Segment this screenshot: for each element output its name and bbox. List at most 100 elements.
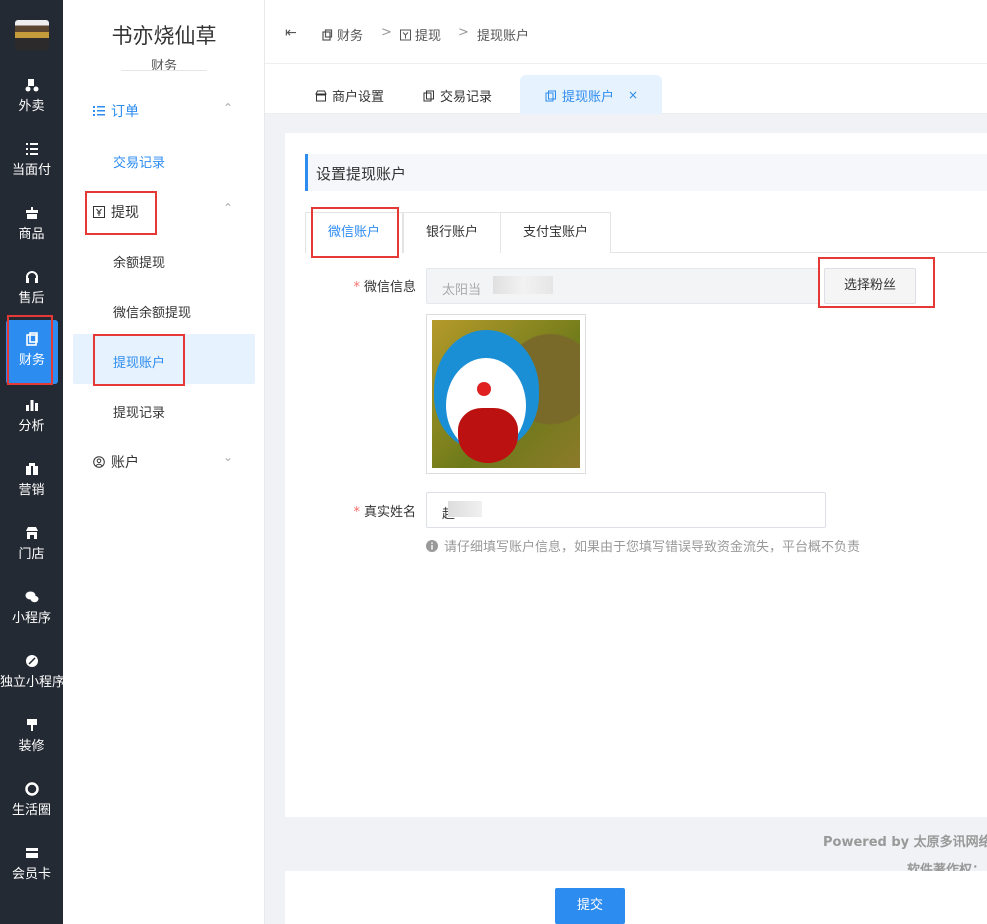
store-icon: [315, 90, 327, 102]
wechat-icon: [25, 591, 38, 603]
label-text: 微信信息: [363, 280, 416, 295]
menu-group-withdraw[interactable]: 提现: [93, 202, 139, 222]
rail-label: 当面付: [11, 163, 51, 178]
rail-label: 独立小程序: [0, 675, 63, 690]
rail-item-miniapp[interactable]: 小程序: [0, 578, 63, 642]
circle-icon: [24, 782, 39, 796]
menu-group-order[interactable]: 订单: [93, 101, 139, 121]
tab-alipay-account[interactable]: 支付宝账户: [500, 212, 611, 253]
rail-item-takeaway[interactable]: 外卖: [0, 66, 63, 130]
shop-name: 书亦烧仙草: [111, 24, 217, 48]
breadcrumb-separator: >: [381, 25, 392, 40]
chevron-down-icon[interactable]: ⌄: [223, 450, 233, 464]
menu-group-label: 订单: [111, 104, 139, 120]
list-icon: [93, 106, 105, 116]
submit-button[interactable]: 提交: [555, 888, 625, 924]
blurred-text: [493, 276, 553, 294]
link-icon: [25, 655, 38, 667]
menu-group-label: 账户: [111, 455, 139, 471]
breadcrumb-withdraw[interactable]: 提现: [400, 25, 441, 44]
rail-label: 售后: [18, 291, 45, 306]
yen-icon: [400, 29, 411, 41]
tab-trade-records[interactable]: 交易记录: [423, 86, 492, 105]
rail-item-standalone-miniapp[interactable]: 独立小程序: [0, 642, 63, 706]
menu-item-trade-records[interactable]: 交易记录: [113, 152, 165, 171]
tab-merchant-settings[interactable]: 商户设置: [315, 86, 384, 105]
menu-section-title: 财务: [150, 59, 177, 74]
bar-chart-icon: [25, 400, 38, 411]
breadcrumb-current: 提现账户: [477, 29, 530, 44]
top-header: ⇤ 财务 > 提现 > 提现账户: [265, 0, 987, 64]
rail-item-decor[interactable]: 装修: [0, 706, 63, 770]
paint-icon: [26, 719, 37, 731]
user-icon: [93, 456, 105, 468]
card-icon: [25, 848, 38, 858]
tab-label: 提现账户: [562, 90, 615, 105]
rail-label: 营销: [18, 483, 45, 498]
rail-item-goods[interactable]: 商品: [0, 194, 63, 258]
rail-label: 分析: [18, 419, 45, 434]
rail-label: 生活圈: [11, 803, 51, 818]
label-text: 真实姓名: [363, 505, 416, 520]
yen-icon: [93, 206, 105, 218]
select-fan-button[interactable]: 选择粉丝: [824, 268, 916, 304]
secondary-menu: 书亦烧仙草 财务 订单 ⌃ 交易记录 提现 ⌃ 余额提现 微信余额提现 提现账户…: [63, 0, 265, 924]
tab-wechat-account[interactable]: 微信账户: [305, 212, 403, 253]
tab-label: 交易记录: [440, 90, 493, 105]
section-header: 设置提现账户: [305, 154, 987, 191]
rail-item-analysis[interactable]: 分析: [0, 386, 63, 450]
tab-bank-account[interactable]: 银行账户: [403, 212, 501, 253]
hint-text: 请仔细填写账户信息，如果由于您填写错误导致资金流失，平台概不负责: [444, 540, 861, 555]
finance-icon: [322, 29, 333, 41]
blurred-text: [448, 501, 482, 517]
wechat-info-value: 太阳当: [442, 283, 482, 298]
list-icon: [25, 143, 38, 155]
section-title: 设置提现账户: [316, 165, 407, 183]
gift-icon: [25, 207, 38, 219]
headset-icon: [25, 271, 38, 283]
rail-item-member[interactable]: 会员卡: [0, 834, 63, 898]
rail-label: 商品: [18, 227, 45, 242]
store-icon: [25, 527, 38, 539]
form-hint: 请仔细填写账户信息，如果由于您填写错误导致资金流失，平台概不负责: [426, 536, 860, 555]
rail-label: 会员卡: [11, 867, 51, 882]
menu-item-wx-balance-withdraw[interactable]: 微信余额提现: [113, 302, 191, 321]
rail-label: 装修: [18, 739, 45, 754]
icon-rail: 外卖 当面付 商品 售后 财务 分析 营销 门店 小程序 独立小程序 装修 生活…: [0, 0, 63, 924]
tab-label: 商户设置: [332, 90, 385, 105]
rail-label: 门店: [18, 547, 45, 562]
rail-item-store[interactable]: 门店: [0, 514, 63, 578]
app-logo[interactable]: [15, 20, 49, 50]
info-icon: [426, 540, 438, 552]
chevron-up-icon[interactable]: ⌃: [223, 101, 233, 115]
wechat-info-field: 太阳当: [426, 268, 820, 304]
wechat-info-label: * 微信信息: [316, 276, 416, 295]
tab-withdraw-account[interactable]: 提现账户: [545, 86, 614, 105]
finance-icon: [423, 90, 434, 102]
required-mark: *: [353, 280, 360, 295]
real-name-label: * 真实姓名: [316, 501, 416, 520]
page-tabs: 商户设置 交易记录 提现账户 ×: [265, 64, 987, 114]
breadcrumb-separator: >: [458, 25, 469, 40]
breadcrumb-finance[interactable]: 财务: [322, 25, 363, 44]
finance-icon: [545, 90, 556, 102]
menu-group-account[interactable]: 账户: [93, 452, 139, 472]
menu-group-label: 提现: [111, 205, 139, 221]
close-icon[interactable]: ×: [628, 88, 638, 102]
menu-item-balance-withdraw[interactable]: 余额提现: [113, 252, 165, 271]
powered-by: Powered by 太原多讯网络: [823, 835, 987, 850]
rail-label: 小程序: [11, 611, 51, 626]
gift-box-icon: [25, 463, 38, 475]
menu-item-withdraw-account[interactable]: 提现账户: [113, 352, 165, 371]
scooter-icon: [25, 79, 38, 92]
menu-item-withdraw-records[interactable]: 提现记录: [113, 402, 165, 421]
rail-item-marketing[interactable]: 营销: [0, 450, 63, 514]
rail-item-life[interactable]: 生活圈: [0, 770, 63, 834]
rail-item-finance[interactable]: 财务: [6, 320, 58, 384]
rail-item-pay[interactable]: 当面付: [0, 130, 63, 194]
breadcrumb-label: 提现: [415, 29, 442, 44]
rail-item-aftersale[interactable]: 售后: [0, 258, 63, 322]
collapse-menu-icon[interactable]: ⇤: [285, 25, 297, 41]
chevron-up-icon[interactable]: ⌃: [223, 201, 233, 215]
real-name-input[interactable]: 赵: [426, 492, 826, 528]
